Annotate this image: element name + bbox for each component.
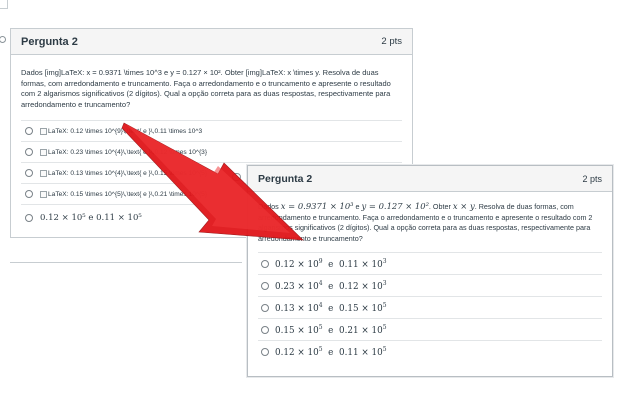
radio-button[interactable]	[25, 148, 33, 157]
answer-exp-a: 5	[318, 345, 323, 353]
answer-term-a: 0.12 × 10	[275, 259, 319, 270]
answer-term-a: 0.15 × 10	[275, 325, 319, 336]
answer-option[interactable]: 0.12 × 105 e 0.11 × 105	[258, 340, 602, 362]
answer-e: e	[328, 259, 334, 270]
answer-option[interactable]: 0.13 × 104 e 0.15 × 105	[258, 296, 602, 318]
answer-e: e	[328, 303, 334, 314]
question-obter: . Obter	[428, 202, 451, 211]
answer-term-b: 0.21 × 10	[338, 325, 383, 336]
answer-term-a: 0.12 × 10	[275, 347, 319, 358]
answer-exp-b: 3	[382, 257, 387, 265]
answer-alt-text: LaTeX: 0.13 \times 10^{4}\,\text{ e }\,0…	[48, 169, 208, 177]
radio-button[interactable]	[261, 303, 269, 312]
question-text-content: Dados [img]LaTeX: x = 0.9371 \times 10^3…	[21, 68, 391, 109]
answer-exp-a: 4	[318, 301, 323, 309]
question-e: e	[355, 202, 360, 211]
question-x-expression: x = 0.9371 × 10³	[280, 201, 354, 211]
answer-term-a: 0.13 × 10	[275, 303, 319, 314]
question-card-fixed: Pergunta 2 2 pts Dados x = 0.9371 × 10³ …	[247, 165, 613, 377]
question-marker-icon	[232, 173, 241, 181]
radio-button[interactable]	[25, 213, 33, 222]
question-text: Dados [img]LaTeX: x = 0.9371 \times 10^3…	[11, 55, 412, 110]
answer-math: 0.15 × 105 e 0.21 × 105	[275, 324, 387, 336]
answer-option[interactable]: LaTeX: 0.23 \times 10^{4}\,\text{ e }\,0…	[21, 141, 402, 162]
radio-button[interactable]	[261, 259, 269, 268]
answer-math: 0.12 × 10⁵ e 0.11 × 10⁵	[40, 212, 142, 223]
answer-e: e	[328, 325, 334, 336]
answer-option[interactable]: 0.15 × 105 e 0.21 × 105	[258, 318, 602, 340]
broken-image-icon	[40, 148, 47, 156]
answer-exp-b: 3	[382, 279, 387, 287]
answer-math: 0.23 × 104 e 0.12 × 103	[275, 280, 387, 292]
answer-e: e	[328, 347, 334, 358]
radio-button[interactable]	[25, 127, 33, 136]
answer-term-b: 0.11 × 10	[338, 259, 383, 270]
answer-exp-a: 4	[318, 279, 323, 287]
radio-button[interactable]	[25, 169, 33, 178]
answer-option[interactable]: LaTeX: 0.12 \times 10^{9}\,\text{ e }\,0…	[21, 120, 402, 141]
answer-alt-text: LaTeX: 0.15 \times 10^{5}\,\text{ e }\,0…	[48, 190, 208, 198]
broken-image-icon	[40, 190, 47, 198]
broken-image-icon	[40, 169, 47, 177]
question-header: Pergunta 2 2 pts	[11, 29, 412, 55]
divider	[10, 262, 242, 263]
answer-exp-a: 5	[318, 323, 323, 331]
answer-e: e	[328, 281, 334, 292]
answer-exp-b: 5	[382, 345, 387, 353]
answer-math: 0.12 × 105 e 0.11 × 105	[275, 346, 387, 358]
answer-math: 0.13 × 104 e 0.15 × 105	[275, 302, 387, 314]
question-marker-icon	[0, 36, 6, 43]
answer-term-b: 0.12 × 10	[338, 281, 383, 292]
answer-option[interactable]: 0.23 × 104 e 0.12 × 103	[258, 274, 602, 296]
answer-exp-b: 5	[382, 301, 387, 309]
radio-button[interactable]	[261, 281, 269, 290]
question-points: 2 pts	[582, 173, 602, 184]
answer-exp-a: 9	[318, 257, 323, 265]
radio-button[interactable]	[261, 325, 269, 334]
answer-alt-text: LaTeX: 0.12 \times 10^{9}\,\text{ e }\,0…	[48, 127, 203, 135]
answer-math: 0.12 × 109 e 0.11 × 103	[275, 258, 387, 270]
answer-term-a: 0.23 × 10	[275, 281, 319, 292]
answer-exp-b: 5	[382, 323, 387, 331]
answer-term-b: 0.15 × 10	[338, 303, 383, 314]
answer-alt-text: LaTeX: 0.23 \times 10^{4}\,\text{ e }\,0…	[48, 148, 208, 156]
broken-image-icon	[40, 127, 47, 135]
radio-button[interactable]	[25, 190, 33, 199]
question-title: Pergunta 2	[21, 35, 78, 48]
question-dados: Dados	[258, 202, 279, 211]
previous-card-corner	[0, 0, 8, 9]
question-y-expression: y = 0.127 × 10²	[361, 201, 429, 211]
question-points: 2 pts	[381, 36, 402, 47]
radio-button[interactable]	[261, 347, 269, 356]
question-xy-expression: x × y	[452, 201, 475, 211]
answer-list: 0.12 × 109 e 0.11 × 103 0.23 × 104 e 0.1…	[258, 252, 602, 362]
question-title: Pergunta 2	[258, 172, 313, 185]
question-text: Dados x = 0.9371 × 10³ e y = 0.127 × 10²…	[248, 192, 612, 244]
question-header: Pergunta 2 2 pts	[248, 166, 612, 192]
answer-option[interactable]: 0.12 × 109 e 0.11 × 103	[258, 252, 602, 274]
answer-term-b: 0.11 × 10	[338, 347, 383, 358]
